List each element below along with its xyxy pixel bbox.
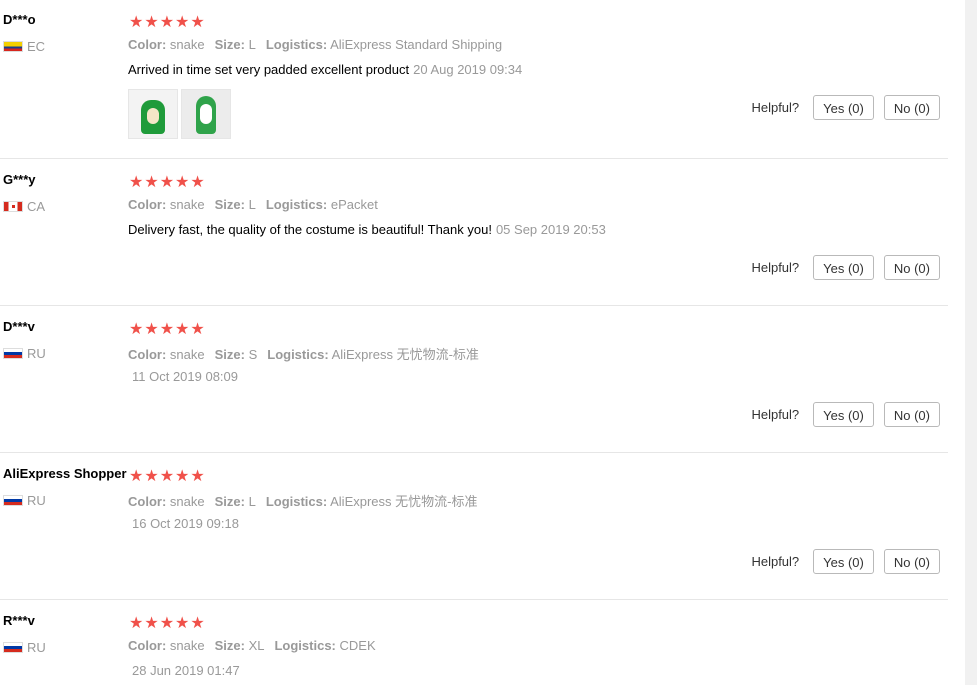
color-label: Color: (128, 638, 167, 653)
order-properties: Color: snake Size: XL Logistics: CDEK (128, 638, 376, 653)
helpful-no-button[interactable]: No (0) (883, 255, 940, 280)
color-value: snake (169, 494, 205, 509)
size-label: Size: (214, 37, 245, 52)
rating-stars: ★★★★★ (129, 174, 206, 191)
review-text-line: Delivery fast, the quality of the costum… (128, 222, 606, 237)
color-value: snake (169, 638, 205, 653)
size-value: XL (248, 638, 265, 653)
review-item: D***o EC ★★★★★ Color: snake Size: L Logist… (0, 0, 948, 159)
size-value: L (248, 37, 256, 52)
color-label: Color: (128, 347, 167, 362)
order-properties: Color: snake Size: L Logistics: AliExpress… (128, 491, 477, 510)
helpful-label: Helpful? (751, 100, 800, 115)
review-text-line: 28 Jun 2019 01:47 (128, 663, 240, 678)
reviewer-country: RU (3, 640, 46, 655)
review-date: 05 Sep 2019 20:53 (495, 222, 606, 237)
review-photo-thumbnail[interactable] (128, 89, 178, 139)
color-label: Color: (128, 37, 167, 52)
review-text: Arrived in time set very padded excellen… (128, 62, 410, 77)
reviewer-country: EC (3, 39, 45, 54)
order-properties: Color: snake Size: L Logistics: ePacket (128, 197, 378, 212)
review-item: R***v RU ★★★★★ Color: snake Size: XL Logis… (0, 601, 948, 685)
helpful-yes-button[interactable]: Yes (0) (813, 402, 874, 427)
country-code: RU (27, 346, 46, 361)
size-label: Size: (214, 638, 245, 653)
helpful-vote: Helpful? Yes (0) No (0) (751, 255, 940, 280)
reviewer-name: G***y (3, 172, 36, 187)
size-value: L (248, 494, 256, 509)
rating-stars: ★★★★★ (129, 615, 206, 632)
size-value: L (248, 197, 256, 212)
helpful-label: Helpful? (751, 407, 800, 422)
logistics-value: AliExpress 无忧物流-标准 (331, 347, 479, 362)
review-photo-thumbnail[interactable] (181, 89, 231, 139)
scrollbar[interactable] (965, 0, 977, 685)
color-value: snake (169, 347, 205, 362)
helpful-yes-button[interactable]: Yes (0) (813, 95, 874, 120)
helpful-vote: Helpful? Yes (0) No (0) (751, 95, 940, 120)
color-value: snake (169, 37, 205, 52)
size-label: Size: (214, 494, 245, 509)
review-date: 11 Oct 2019 08:09 (132, 369, 239, 384)
order-properties: Color: snake Size: L Logistics: AliExpress… (128, 37, 502, 52)
helpful-no-button[interactable]: No (0) (883, 402, 940, 427)
logistics-value: CDEK (339, 638, 376, 653)
rating-stars: ★★★★★ (129, 14, 206, 31)
size-label: Size: (214, 347, 245, 362)
review-date: 16 Oct 2019 09:18 (132, 516, 239, 531)
color-label: Color: (128, 197, 167, 212)
review-item: G***y CA ★★★★★ Color: snake Size: L Logist… (0, 160, 948, 306)
review-item: D***v RU ★★★★★ Color: snake Size: S Logist… (0, 307, 948, 453)
review-photos (128, 89, 234, 144)
logistics-label: Logistics: (274, 638, 336, 653)
flag-icon (3, 495, 23, 506)
country-code: RU (27, 493, 46, 508)
rating-stars: ★★★★★ (129, 321, 206, 338)
helpful-no-button[interactable]: No (0) (883, 95, 940, 120)
review-text-line: 16 Oct 2019 09:18 (128, 516, 239, 531)
logistics-value: AliExpress 无忧物流-标准 (330, 494, 478, 509)
logistics-label: Logistics: (265, 37, 328, 52)
logistics-label: Logistics: (265, 197, 328, 212)
size-value: S (248, 347, 258, 362)
color-label: Color: (128, 494, 167, 509)
reviewer-country: RU (3, 346, 46, 361)
helpful-label: Helpful? (751, 260, 800, 275)
reviewer-country: CA (3, 199, 45, 214)
review-item: AliExpress Shopper RU ★★★★★ Color: snake… (0, 454, 948, 600)
logistics-label: Logistics: (265, 494, 328, 509)
logistics-value: ePacket (330, 197, 378, 212)
reviewer-name: R***v (3, 613, 35, 628)
review-text: Delivery fast, the quality of the costum… (128, 222, 492, 237)
reviewer-name: D***o (3, 12, 36, 27)
reviewer-name: AliExpress Shopper (3, 466, 127, 481)
country-code: RU (27, 640, 46, 655)
country-code: EC (27, 39, 46, 54)
logistics-label: Logistics: (267, 347, 329, 362)
size-label: Size: (214, 197, 245, 212)
logistics-value: AliExpress Standard Shipping (330, 37, 503, 52)
helpful-label: Helpful? (751, 554, 800, 569)
order-properties: Color: snake Size: S Logistics: AliExpress… (128, 344, 479, 363)
flag-icon (3, 201, 23, 212)
flag-icon (3, 41, 23, 52)
helpful-vote: Helpful? Yes (0) No (0) (751, 549, 940, 574)
review-date: 28 Jun 2019 01:47 (132, 663, 240, 678)
review-text-line: 11 Oct 2019 08:09 (128, 369, 238, 384)
helpful-yes-button[interactable]: Yes (0) (813, 549, 874, 574)
flag-icon (3, 348, 23, 359)
review-text-line: Arrived in time set very padded excellen… (128, 62, 522, 77)
helpful-yes-button[interactable]: Yes (0) (813, 255, 874, 280)
rating-stars: ★★★★★ (129, 468, 206, 485)
helpful-no-button[interactable]: No (0) (883, 549, 940, 574)
flag-icon (3, 642, 23, 653)
country-code: CA (27, 199, 46, 214)
reviewer-country: RU (3, 493, 46, 508)
reviewer-name: D***v (3, 319, 35, 334)
review-date: 20 Aug 2019 09:34 (413, 62, 523, 77)
helpful-vote: Helpful? Yes (0) No (0) (751, 402, 940, 427)
color-value: snake (169, 197, 205, 212)
